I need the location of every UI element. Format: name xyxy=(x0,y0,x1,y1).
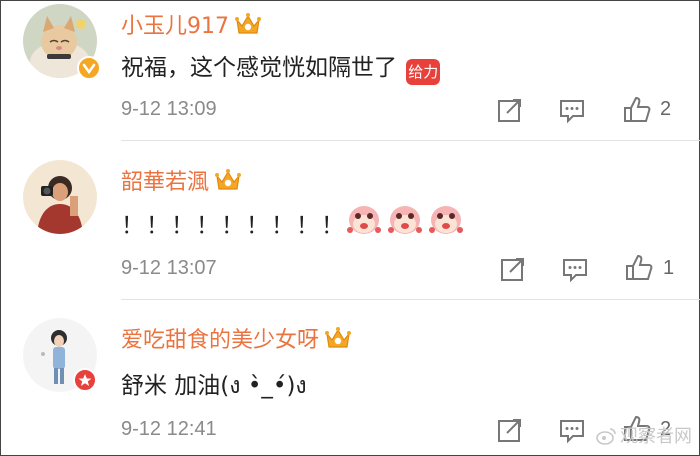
verified-badge-icon xyxy=(77,56,101,80)
username[interactable]: 小玉儿917 xyxy=(121,8,262,42)
comment-body: ！！！！！！！！！ xyxy=(121,213,346,239)
emoji-sticker-icon xyxy=(427,200,465,243)
emoji-sticker-icon xyxy=(386,200,424,243)
like-icon[interactable] xyxy=(624,253,653,281)
repost-icon[interactable] xyxy=(496,96,524,124)
comment-body: 祝福，这个感觉恍如隔世了 xyxy=(121,55,397,81)
avatar[interactable] xyxy=(23,160,97,234)
vip-crown-icon xyxy=(324,326,352,356)
repost-icon[interactable] xyxy=(496,416,524,444)
comment-time: 9-12 12:41 xyxy=(121,418,217,440)
avatar[interactable] xyxy=(23,4,101,80)
divider xyxy=(121,299,700,300)
divider xyxy=(121,140,700,141)
weibo-logo-icon xyxy=(596,427,616,450)
watermark: 观察者网 xyxy=(596,422,692,450)
comment-time: 9-12 13:07 xyxy=(121,257,217,279)
vip-crown-icon xyxy=(234,12,262,42)
like-count: 2 xyxy=(660,98,672,120)
like-icon[interactable] xyxy=(622,95,651,123)
username-label[interactable]: 小玉儿917 xyxy=(121,14,229,39)
reply-icon[interactable] xyxy=(558,96,586,124)
reply-icon[interactable] xyxy=(558,416,586,444)
reply-icon[interactable] xyxy=(561,255,589,283)
username-label[interactable]: 韶華若渢 xyxy=(121,170,209,195)
comment-text: ！！！！！！！！！ xyxy=(121,206,346,240)
repost-icon[interactable] xyxy=(499,255,527,283)
emoji-sticker-icon xyxy=(345,200,383,243)
comment-text: 舒米 加油(ง •̀_•́)ง xyxy=(121,366,307,404)
comment-time: 9-12 13:09 xyxy=(121,98,217,120)
vip-badge-icon xyxy=(73,368,97,392)
vip-crown-icon xyxy=(214,168,242,198)
username[interactable]: 爱吃甜食的美少女呀 xyxy=(121,322,352,356)
like-count: 1 xyxy=(663,257,675,279)
username[interactable]: 韶華若渢 xyxy=(121,164,242,198)
comment-text: 祝福，这个感觉恍如隔世了 给力 xyxy=(121,48,441,85)
watermark-text: 观察者网 xyxy=(620,426,692,447)
geili-emoji-icon: 给力 xyxy=(406,59,441,85)
comment-body: 舒米 加油(ง •̀_•́)ง xyxy=(121,373,307,399)
username-label[interactable]: 爱吃甜食的美少女呀 xyxy=(121,328,319,353)
avatar[interactable] xyxy=(23,318,97,392)
